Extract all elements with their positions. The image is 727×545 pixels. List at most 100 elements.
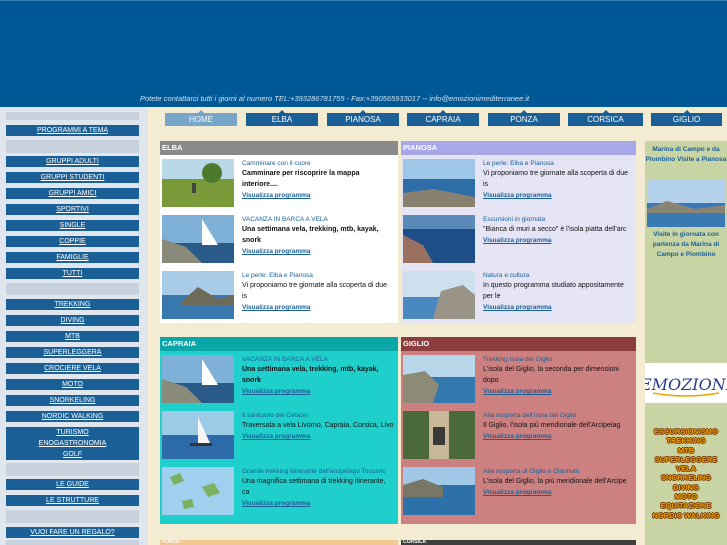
sidebar-item-crociere-vela[interactable]: CROCIERE VELA (6, 363, 139, 374)
contact-info: Potete contattarci tutti i giorni al num… (140, 94, 530, 103)
activities-list[interactable]: ESCURSIONISMO TREKKING MTB SUPERLEGGERE … (645, 427, 727, 520)
panel-title: GIGLIO (401, 337, 636, 351)
item-desc: Una settimana vela, trekking, mtb, kayak… (242, 366, 379, 384)
sidebar-item-superleggera[interactable]: SUPERLEGGERA (6, 347, 139, 358)
sidebar-item-le-strutture[interactable]: LE STRUTTURE (6, 495, 139, 506)
sidebar-item-gruppi-studenti[interactable]: GRUPPI STUDENTI (6, 172, 139, 183)
tab-pianosa[interactable]: PIANOSA (327, 110, 399, 126)
thumbnail-image[interactable] (403, 215, 475, 263)
item-title[interactable]: Natura e cultura (483, 271, 632, 280)
sidebar-item-regalo[interactable]: VUOI FARE UN REGALO? (6, 527, 139, 538)
panel-title: PONZA (160, 540, 398, 545)
item-title[interactable]: Escursioni in giornata (483, 215, 632, 224)
thumbnail-image[interactable] (403, 355, 475, 403)
promo-pianosa-text[interactable]: Marina di Campo e da Piombino Visite a P… (645, 145, 727, 165)
tab-capraia[interactable]: CAPRAIA (407, 110, 479, 126)
item-desc: Una magnifica settimana di trekking itin… (242, 478, 386, 496)
thumbnail-image[interactable] (403, 467, 475, 515)
sidebar-item-enogastronomia[interactable]: ENOGASTRONOMIA (6, 438, 139, 449)
activity-trekking: TREKKING (666, 436, 706, 446)
right-sidebar: Marina di Campo e da Piombino Visite a P… (645, 141, 727, 545)
view-program-link[interactable]: Visualizza programma (483, 489, 632, 496)
thumbnail-image[interactable] (162, 215, 234, 263)
sidebar-item-turismo[interactable]: TURISMO (6, 427, 139, 438)
map-image[interactable] (162, 467, 234, 515)
item-title[interactable]: Alla scoperta di Giglio e Giannutri (483, 467, 632, 476)
thumbnail-image[interactable] (162, 159, 234, 207)
tab-home[interactable]: HOME (165, 110, 237, 126)
panel-ponza: PONZA (160, 540, 398, 545)
item-desc: Traversata a vela Livorno, Capraia, Cors… (242, 422, 394, 429)
promo-image[interactable] (647, 179, 725, 227)
tab-ponza[interactable]: PONZA (488, 110, 560, 126)
view-program-link[interactable]: Visualizza programma (483, 433, 632, 440)
activity-superleggere: SUPERLEGGERE (654, 454, 718, 464)
sidebar-item-tutti[interactable]: TUTTI (6, 268, 139, 279)
sidebar-spacer (6, 463, 139, 476)
sidebar-item-sportivi[interactable]: SPORTIVI (6, 204, 139, 215)
sidebar-item-coppie[interactable]: COPPIE (6, 236, 139, 247)
thumbnail-image[interactable] (162, 355, 234, 403)
item-title[interactable]: Grande trekking itinerante dell'arcipela… (242, 467, 394, 476)
item-title[interactable]: Trekking Isola del Giglio (483, 355, 632, 364)
item-desc: Vi proponiamo tre giornate alla scoperta… (483, 170, 629, 188)
panel-title: ELBA (160, 141, 398, 155)
view-program-link[interactable]: Visualizza programma (483, 192, 632, 199)
item-title[interactable]: Alla scoperta dell'Isola del Giglio (483, 411, 632, 420)
sidebar-item-gruppi-amici[interactable]: GRUPPI AMICI (6, 188, 139, 199)
sidebar-item-famiglie[interactable]: FAMIGLIE (6, 252, 139, 263)
sidebar-spacer (6, 540, 139, 545)
view-program-link[interactable]: Visualizza programma (242, 192, 394, 199)
emozioni-logo[interactable]: EMOZIONI (645, 363, 727, 403)
item-title[interactable]: Il santuario dei Cetacei (242, 411, 394, 420)
view-program-link[interactable]: Visualizza programma (242, 500, 394, 507)
item-desc: "Bianca di muri a secco" è l'isola piatt… (483, 226, 627, 233)
sidebar-item-le-guide[interactable]: LE GUIDE (6, 479, 139, 490)
sidebar-item-diving[interactable]: DIVING (6, 315, 139, 326)
view-program-link[interactable]: Visualizza programma (483, 304, 632, 311)
item-title[interactable]: Le perle: Elba e Pianosa (483, 159, 632, 168)
item-title[interactable]: Camminare con il cuore (242, 159, 394, 168)
panel-title: CAPRAIA (160, 337, 398, 351)
sidebar-item-moto[interactable]: MOTO (6, 379, 139, 390)
sidebar: PROGRAMMI A TEMA GRUPPI ADULTI GRUPPI ST… (0, 107, 148, 545)
panel-corsica: CORSICA (401, 540, 636, 545)
item-title[interactable]: VACANZA IN BARCA A VELA (242, 215, 394, 224)
item-desc: In questo programma studiato appositamen… (483, 282, 624, 300)
item-desc: Vi proponiamo tre giornate alla scoperta… (242, 282, 388, 300)
thumbnail-image[interactable] (403, 271, 475, 319)
svg-text:EMOZIONI: EMOZIONI (645, 375, 727, 394)
view-program-link[interactable]: Visualizza programma (242, 433, 394, 440)
view-program-link[interactable]: Visualizza programma (242, 248, 394, 255)
item-desc: Il Giglio, l'isola più meridionale dell'… (483, 422, 621, 429)
promo-daytrip-text[interactable]: Visite in giornata con partenza da Marin… (645, 230, 727, 260)
tab-giglio[interactable]: GIGLIO (651, 110, 722, 126)
sidebar-item-single[interactable]: SINGLE (6, 220, 139, 231)
sidebar-item-gruppi-adulti[interactable]: GRUPPI ADULTI (6, 156, 139, 167)
thumbnail-image[interactable] (403, 159, 475, 207)
sidebar-item-trekking[interactable]: TREKKING (6, 299, 139, 310)
panel-title: PIANOSA (401, 141, 636, 155)
tab-corsica[interactable]: CORSICA (568, 110, 643, 126)
thumbnail-image[interactable] (403, 411, 475, 459)
sidebar-item-snorkeling[interactable]: SNORKELING (6, 395, 139, 406)
item-title[interactable]: VACANZA IN BARCA A VELA (242, 355, 394, 364)
thumbnail-image[interactable] (162, 411, 234, 459)
view-program-link[interactable]: Visualizza programma (242, 388, 394, 395)
thumbnail-image[interactable] (162, 271, 234, 319)
item-title[interactable]: Le perle: Elba e Pianosa (242, 271, 394, 280)
item-desc: Una settimana vela, trekking, mtb, kayak… (242, 226, 379, 244)
sidebar-item-mtb[interactable]: MTB (6, 331, 139, 342)
main-tabs: HOME ELBA PIANOSA CAPRAIA PONZA CORSICA … (160, 110, 722, 126)
banner-divider (0, 0, 727, 1)
view-program-link[interactable]: Visualizza programma (483, 388, 632, 395)
activity-equitazione: EQUITAZIONE (660, 501, 712, 511)
view-program-link[interactable]: Visualizza programma (483, 237, 632, 244)
activity-snorkeling: SNORKELING (660, 473, 711, 483)
sidebar-spacer (6, 112, 139, 120)
sidebar-item-programmi-a-tema[interactable]: PROGRAMMI A TEMA (6, 125, 139, 136)
sidebar-item-golf[interactable]: GOLF (6, 449, 139, 460)
tab-elba[interactable]: ELBA (246, 110, 318, 126)
view-program-link[interactable]: Visualizza programma (242, 304, 394, 311)
sidebar-item-nordic-walking[interactable]: NORDIC WALKING (6, 411, 139, 422)
